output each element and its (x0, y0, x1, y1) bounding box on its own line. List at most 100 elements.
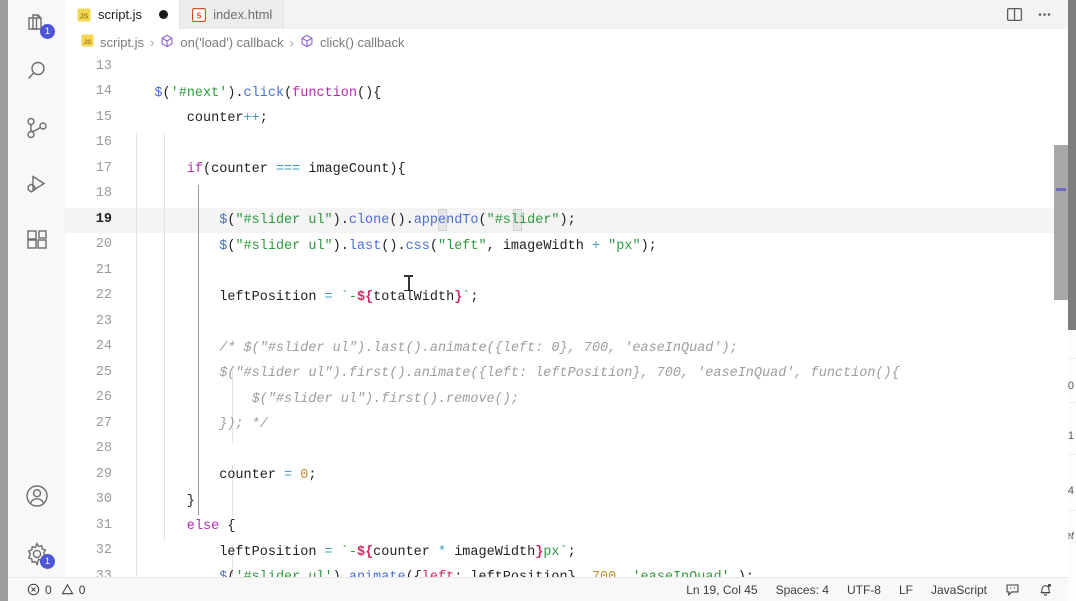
line-number-gutter: 13 14 15 16 17 18 19 20 21 22 23 24 25 2… (65, 55, 122, 578)
status-problems[interactable]: 0 0 (18, 578, 94, 601)
editor-scrollbar[interactable] (1054, 55, 1068, 578)
account-icon (24, 483, 50, 509)
code-line-active[interactable]: $("#slider ul").clone().appendTo("#slide… (122, 208, 576, 234)
breadcrumb-item-click-callback[interactable]: click() callback (300, 34, 405, 51)
status-encoding[interactable]: UTF-8 (838, 578, 890, 601)
line-number: 31 (95, 518, 112, 533)
line-number: 30 (95, 492, 112, 507)
breadcrumb-item-onload-callback[interactable]: on('load') callback (160, 34, 284, 51)
line-number: 24 (95, 339, 112, 354)
breadcrumb-label: script.js (100, 34, 145, 50)
sidebar-item-explorer[interactable]: 1 (8, 0, 65, 48)
line-number: 15 (95, 110, 112, 125)
js-file-icon: JS (77, 8, 91, 22)
tab-bar: JS script.js 5 index.html (65, 0, 1068, 30)
code-line-comment[interactable]: }); */ (122, 412, 268, 438)
background-window-left-strip (0, 0, 8, 601)
code-line[interactable]: leftPosition = `-${totalWidth}`; (122, 285, 478, 311)
code-line[interactable]: else { (122, 514, 236, 540)
breadcrumb-separator: › (150, 34, 155, 50)
breadcrumb-label: click() callback (320, 34, 405, 50)
breadcrumb-label: on('load') callback (180, 34, 284, 50)
activity-bar: 1 1 (8, 0, 66, 578)
status-language-mode[interactable]: JavaScript (922, 578, 996, 601)
line-number: 25 (95, 365, 112, 380)
line-number: 32 (95, 543, 112, 558)
status-bar-right: Ln 19, Col 45 Spaces: 4 UTF-8 LF JavaScr… (677, 578, 1068, 601)
code-line-comment[interactable]: /* $("#slider ul").last().animate({left:… (122, 336, 738, 362)
code-line[interactable]: $("#slider ul").last().css("left", image… (122, 234, 657, 260)
code-line[interactable]: leftPosition = `-${counter * imageWidth}… (122, 540, 576, 566)
code-line[interactable]: counter++; (122, 106, 268, 132)
error-count: 0 (45, 582, 52, 597)
sidebar-item-accounts[interactable] (8, 472, 65, 520)
breadcrumb: JS script.js › on('load') callback › cli… (65, 29, 1068, 55)
tab-bar-actions (1000, 0, 1068, 29)
tab-bar-spacer (284, 0, 1000, 29)
code-content[interactable]: $('#next').click(function(){ counter++; … (122, 55, 1068, 578)
tab-label: script.js (98, 7, 143, 22)
warning-count: 0 (78, 582, 86, 597)
line-number: 21 (95, 263, 112, 278)
screen: ‹ 0 :1 24 et (0, 0, 1076, 601)
bell-dot-icon[interactable] (1029, 578, 1062, 601)
scrollbar-thumb[interactable] (1054, 145, 1068, 300)
code-line[interactable]: if(counter === imageCount){ (122, 157, 406, 183)
error-icon (27, 583, 40, 596)
line-number: 23 (95, 314, 112, 329)
svg-text:JS: JS (84, 39, 93, 46)
explorer-badge: 1 (40, 24, 55, 39)
line-number: 26 (95, 390, 112, 405)
status-indentation[interactable]: Spaces: 4 (767, 578, 838, 601)
sidebar-item-source-control[interactable] (8, 104, 65, 152)
line-number: 28 (95, 441, 112, 456)
line-number: 22 (95, 288, 112, 303)
tab-label: index.html (213, 7, 273, 22)
symbol-function-icon (300, 34, 314, 51)
line-number: 29 (95, 467, 112, 482)
status-bar: 0 0 Ln 19, Col 45 Spaces: 4 UTF-8 LF Jav… (8, 577, 1068, 601)
tab-script-js[interactable]: JS script.js (65, 0, 181, 29)
sidebar-item-run-and-debug[interactable] (8, 160, 65, 208)
vscode-window: 1 1 JS script.js 5 index.html JS script.… (8, 0, 1068, 601)
code-line[interactable]: $('#next').click(function(){ (122, 81, 381, 107)
sidebar-item-extensions[interactable] (8, 216, 65, 264)
tab-index-html[interactable]: 5 index.html (180, 0, 285, 29)
symbol-function-icon (160, 34, 174, 51)
more-actions-icon[interactable] (1030, 1, 1058, 29)
status-eol[interactable]: LF (890, 578, 922, 601)
code-line-comment[interactable]: $("#slider ul").first().animate({left: l… (122, 361, 900, 387)
feedback-smiley-icon[interactable] (996, 578, 1029, 601)
line-number: 14 (95, 84, 112, 99)
source-control-icon (24, 115, 50, 141)
warning-icon (61, 583, 74, 596)
background-fragment-0: 0 (1067, 380, 1074, 392)
code-editor[interactable]: 13 14 15 16 17 18 19 20 21 22 23 24 25 2… (65, 55, 1068, 578)
html-file-icon: 5 (191, 7, 207, 22)
line-number-active: 19 (95, 212, 112, 227)
line-number: 18 (95, 186, 112, 201)
code-line[interactable]: counter = 0; (122, 463, 316, 489)
svg-text:JS: JS (80, 13, 89, 20)
breadcrumb-separator: › (289, 34, 294, 50)
code-line-comment[interactable]: $("#slider ul").first().remove(); (122, 387, 519, 413)
breadcrumb-item-file[interactable]: JS script.js (81, 34, 144, 50)
line-number: 17 (95, 161, 112, 176)
line-number: 20 (95, 237, 112, 252)
manage-badge: 1 (40, 554, 55, 569)
scrollbar-cursor-marker (1056, 188, 1066, 191)
sidebar-item-manage[interactable]: 1 (8, 530, 65, 578)
search-icon (24, 59, 50, 85)
sidebar-item-search[interactable] (8, 48, 65, 96)
line-number: 16 (95, 135, 112, 150)
js-file-icon: JS (81, 34, 94, 50)
split-editor-icon[interactable] (1000, 1, 1028, 29)
run-debug-icon (24, 171, 50, 197)
extensions-icon (24, 227, 50, 253)
status-bar-left: 0 0 (8, 578, 94, 601)
status-cursor-position[interactable]: Ln 19, Col 45 (677, 578, 766, 601)
tab-dirty-indicator[interactable] (159, 10, 169, 19)
svg-text:5: 5 (197, 11, 202, 20)
code-line[interactable]: } (122, 489, 195, 515)
line-number: 27 (95, 416, 112, 431)
